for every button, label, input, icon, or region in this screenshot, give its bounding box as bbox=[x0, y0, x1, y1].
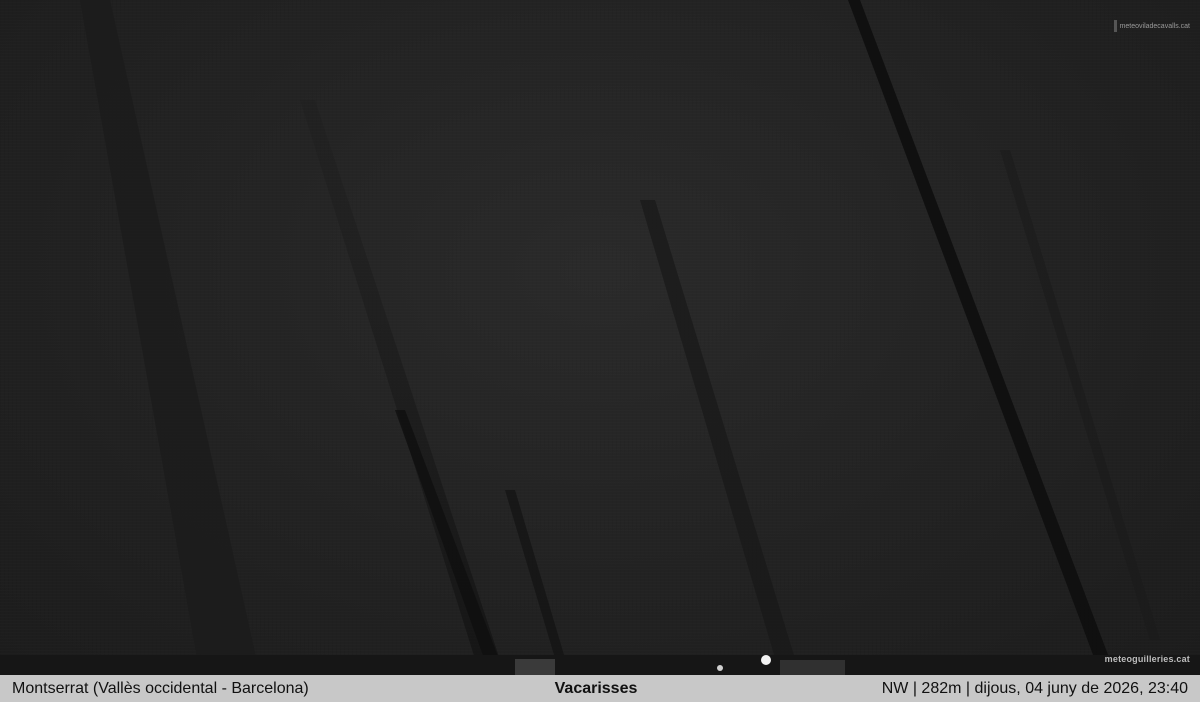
rain-streaks bbox=[0, 0, 1200, 675]
watermark-bottom: meteoguilleries.cat bbox=[1104, 654, 1190, 664]
streak-right-center bbox=[640, 200, 800, 675]
camera-details: NW | 282m | dijous, 04 juny de 2026, 23:… bbox=[881, 679, 1188, 697]
building-right bbox=[780, 660, 845, 675]
streak-left-mid bbox=[300, 100, 505, 675]
street-light-small bbox=[717, 665, 723, 671]
webcam-frame: meteoviladecavalls.cat meteoguilleries.c… bbox=[0, 0, 1200, 702]
street-light bbox=[761, 655, 771, 665]
streak-left-wide bbox=[80, 0, 260, 675]
watermark-top-text: meteoviladecavalls.cat bbox=[1119, 22, 1190, 30]
streak-center-short bbox=[505, 490, 570, 675]
streak-center-narrow bbox=[395, 410, 505, 675]
horizon-strip bbox=[0, 655, 1200, 675]
building-left bbox=[515, 659, 555, 675]
watermark-mark-icon bbox=[1113, 20, 1117, 32]
location-label: Montserrat (Vallès occidental - Barcelon… bbox=[12, 679, 309, 697]
streak-right-faint bbox=[1000, 150, 1160, 640]
info-bar: Montserrat (Vallès occidental - Barcelon… bbox=[0, 675, 1200, 702]
webcam-image: meteoviladecavalls.cat meteoguilleries.c… bbox=[0, 0, 1200, 675]
watermark-top: meteoviladecavalls.cat bbox=[1113, 20, 1190, 32]
streak-right-main bbox=[848, 0, 1110, 660]
